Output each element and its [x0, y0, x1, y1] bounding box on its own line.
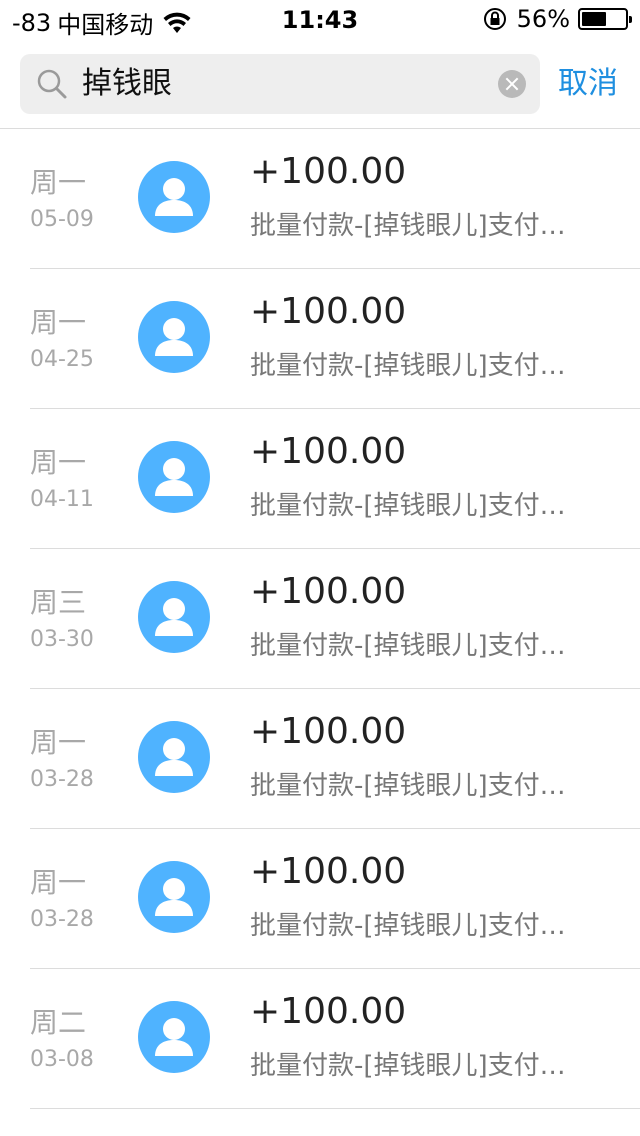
- search-box[interactable]: 掉钱眼: [20, 54, 540, 114]
- transaction-description: 批量付款-[掉钱眼儿]支付…: [250, 911, 566, 941]
- transaction-row[interactable]: 周三 03-30 +100.00 批量付款-[掉钱眼儿]支付…: [0, 549, 640, 689]
- transaction-description: 批量付款-[掉钱眼儿]支付…: [250, 771, 566, 801]
- cancel-button[interactable]: 取消: [558, 62, 618, 106]
- transaction-row[interactable]: 周一 03-28 +100.00 批量付款-[掉钱眼儿]支付…: [0, 829, 640, 969]
- transaction-row[interactable]: 周一 05-09 +100.00 批量付款-[掉钱眼儿]支付…: [0, 129, 640, 269]
- avatar-icon: [138, 441, 210, 513]
- transaction-amount: +100.00: [250, 851, 407, 892]
- status-bar: -83 中国移动 11:43 56%: [0, 0, 640, 40]
- transaction-description: 批量付款-[掉钱眼儿]支付…: [250, 211, 566, 241]
- transaction-description: 批量付款-[掉钱眼儿]支付…: [250, 1051, 566, 1081]
- transaction-weekday: 周一: [30, 866, 87, 899]
- status-right: 56%: [483, 5, 632, 33]
- transaction-row[interactable]: 周一 03-28 +100.00 批量付款-[掉钱眼儿]支付…: [0, 689, 640, 829]
- transaction-weekday: 周二: [30, 1006, 87, 1039]
- transaction-date: 03-30: [30, 627, 94, 652]
- transaction-amount: +100.00: [250, 571, 407, 612]
- transaction-weekday: 周三: [30, 586, 87, 619]
- search-icon: [36, 68, 68, 100]
- avatar-icon: [138, 861, 210, 933]
- search-bar: 掉钱眼 取消: [0, 40, 640, 129]
- transaction-weekday: 周一: [30, 726, 87, 759]
- transaction-row[interactable]: 周一 04-25 +100.00 批量付款-[掉钱眼儿]支付…: [0, 269, 640, 409]
- search-input[interactable]: 掉钱眼: [82, 62, 492, 106]
- transaction-description: 批量付款-[掉钱眼儿]支付…: [250, 351, 566, 381]
- avatar-icon: [138, 581, 210, 653]
- transaction-date: 03-08: [30, 1047, 94, 1072]
- transaction-date: 04-25: [30, 347, 94, 372]
- avatar-icon: [138, 301, 210, 373]
- avatar-icon: [138, 161, 210, 233]
- transaction-row[interactable]: 周一 04-11 +100.00 批量付款-[掉钱眼儿]支付…: [0, 409, 640, 549]
- transaction-row[interactable]: 周二 03-08 +100.00 批量付款-[掉钱眼儿]支付…: [0, 969, 640, 1109]
- transaction-amount: +100.00: [250, 711, 407, 752]
- transaction-amount: +100.00: [250, 151, 407, 192]
- transaction-date: 04-11: [30, 487, 94, 512]
- transaction-list: 周一 05-09 +100.00 批量付款-[掉钱眼儿]支付… 周一 04-25…: [0, 129, 640, 1109]
- battery-fill: [582, 12, 606, 26]
- avatar-icon: [138, 1001, 210, 1073]
- rotation-lock-icon: [483, 7, 507, 31]
- transaction-amount: +100.00: [250, 291, 407, 332]
- transaction-date: 03-28: [30, 767, 94, 792]
- transaction-date: 03-28: [30, 907, 94, 932]
- transaction-description: 批量付款-[掉钱眼儿]支付…: [250, 631, 566, 661]
- transaction-amount: +100.00: [250, 991, 407, 1032]
- battery-icon: [578, 8, 632, 30]
- transaction-description: 批量付款-[掉钱眼儿]支付…: [250, 491, 566, 521]
- battery-percent: 56%: [516, 5, 570, 33]
- transaction-weekday: 周一: [30, 446, 87, 479]
- transaction-amount: +100.00: [250, 431, 407, 472]
- avatar-icon: [138, 721, 210, 793]
- transaction-weekday: 周一: [30, 166, 87, 199]
- clear-icon[interactable]: [498, 70, 526, 98]
- transaction-weekday: 周一: [30, 306, 87, 339]
- transaction-date: 05-09: [30, 207, 94, 232]
